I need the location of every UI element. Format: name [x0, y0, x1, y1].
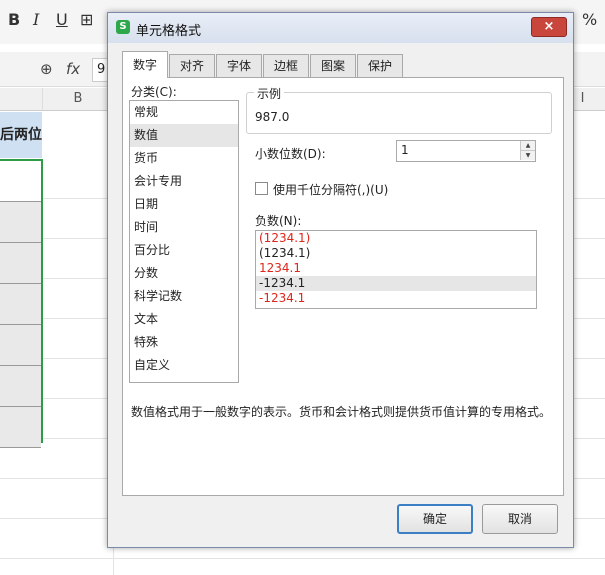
tab-number[interactable]: 数字	[122, 51, 168, 78]
negative-numbers-label: 负数(N):	[255, 214, 302, 228]
tab-border[interactable]: 边框	[263, 54, 309, 77]
sample-box	[246, 92, 552, 134]
category-accounting[interactable]: 会计专用	[130, 170, 238, 193]
category-currency[interactable]: 货币	[130, 147, 238, 170]
decimal-places-stepper[interactable]: 1 ▲ ▼	[396, 140, 536, 162]
category-date[interactable]: 日期	[130, 193, 238, 216]
dialog-title: 单元格格式	[136, 24, 202, 39]
decimal-places-value[interactable]: 1	[401, 143, 409, 157]
close-button[interactable]: ×	[531, 17, 567, 37]
tab-alignment[interactable]: 对齐	[169, 54, 215, 77]
negative-option[interactable]: (1234.1)	[256, 231, 536, 246]
percent-button[interactable]: %	[582, 10, 597, 29]
dialog-titlebar[interactable]: S 单元格格式 ×	[108, 13, 573, 43]
category-special[interactable]: 特殊	[130, 331, 238, 354]
zoom-icon[interactable]: ⊕	[40, 60, 53, 78]
column-header-a[interactable]	[0, 88, 43, 111]
negative-numbers-list[interactable]: (1234.1) (1234.1) 1234.1 -1234.1 -1234.1	[255, 230, 537, 309]
selected-range[interactable]	[0, 159, 43, 448]
column-header-b[interactable]: B	[43, 88, 114, 111]
format-description: 数值格式用于一般数字的表示。货币和会计格式则提供货币值计算的专用格式。	[131, 405, 552, 419]
negative-option[interactable]: -1234.1	[256, 291, 536, 306]
negative-option[interactable]: (1234.1)	[256, 246, 536, 261]
category-fraction[interactable]: 分数	[130, 262, 238, 285]
tab-pattern[interactable]: 图案	[310, 54, 356, 77]
category-scientific[interactable]: 科学记数	[130, 285, 238, 308]
sample-label: 示例	[254, 85, 285, 102]
category-list[interactable]: 常规 数值 货币 会计专用 日期 时间 百分比 分数 科学记数 文本 特殊 自定…	[129, 100, 239, 383]
stepper-up-icon[interactable]: ▲	[520, 141, 535, 151]
italic-button[interactable]: I	[33, 10, 39, 29]
header-cell[interactable]: 后两位	[0, 112, 42, 158]
app-icon: S	[116, 20, 130, 34]
format-cells-dialog: S 单元格格式 × 数字 对齐 字体 边框 图案 保护 分类(C): 常规 数值…	[107, 12, 574, 548]
thousand-separator-label[interactable]: 使用千位分隔符(,)(U)	[273, 181, 388, 198]
category-label: 分类(C):	[131, 85, 177, 99]
category-general[interactable]: 常规	[130, 101, 238, 124]
cancel-button[interactable]: 取消	[482, 504, 558, 534]
fx-icon[interactable]: fx	[66, 60, 80, 78]
number-tab-panel: 分类(C): 常规 数值 货币 会计专用 日期 时间 百分比 分数 科学记数 文…	[122, 77, 564, 496]
category-time[interactable]: 时间	[130, 216, 238, 239]
bold-button[interactable]: B	[8, 10, 20, 29]
category-number[interactable]: 数值	[130, 124, 238, 147]
sample-value: 987.0	[255, 110, 290, 124]
tab-font[interactable]: 字体	[216, 54, 262, 77]
stepper-down-icon[interactable]: ▼	[520, 151, 535, 160]
category-text[interactable]: 文本	[130, 308, 238, 331]
tab-protection[interactable]: 保护	[357, 54, 403, 77]
ok-button[interactable]: 确定	[397, 504, 473, 534]
underline-button[interactable]: U	[56, 10, 68, 29]
decimal-places-label: 小数位数(D):	[255, 147, 326, 161]
category-custom[interactable]: 自定义	[130, 354, 238, 377]
border-icon[interactable]: ⊞	[80, 10, 93, 29]
thousand-separator-checkbox[interactable]	[255, 182, 268, 195]
negative-option[interactable]: 1234.1	[256, 261, 536, 276]
category-percentage[interactable]: 百分比	[130, 239, 238, 262]
negative-option[interactable]: -1234.1	[256, 276, 536, 291]
